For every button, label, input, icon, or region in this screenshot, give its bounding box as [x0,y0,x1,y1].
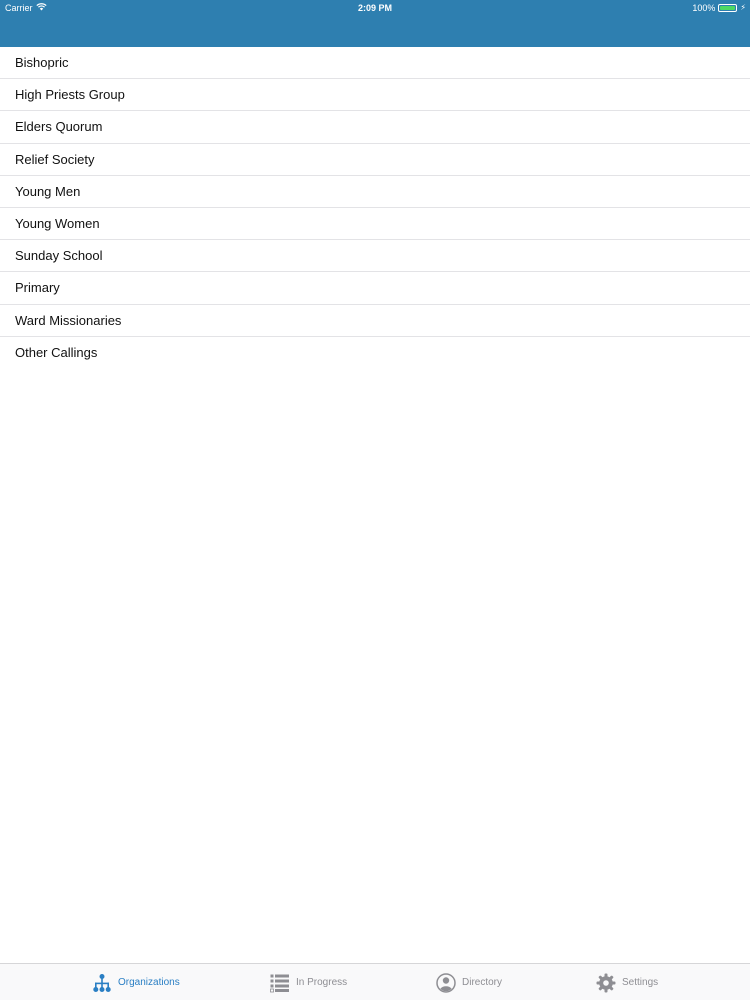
list-item-label: Young Men [15,183,81,199]
organizations-list: Bishopric High Priests Group Elders Quorum… [0,47,750,369]
list-item-label: Young Women [15,216,100,232]
list-item-label: Elders Quorum [15,119,103,135]
status-bar: Carrier 2:09 PM 100% ⚡ [0,0,750,16]
list-item[interactable]: Sunday School [0,240,750,273]
list-item-label: Ward Missionaries [15,312,122,328]
battery-percent: 100% [692,3,716,13]
list-item[interactable]: Other Callings [0,336,750,369]
tab-label: Organizations [118,977,180,988]
tab-label: In Progress [296,977,348,988]
list-item-label: High Priests Group [15,87,125,103]
list-item-label: Bishopric [15,55,69,71]
tab-settings[interactable]: Settings [596,964,658,1000]
list-item[interactable]: Ward Missionaries [0,304,750,337]
header-bar: Carrier 2:09 PM 100% ⚡ [0,0,750,47]
list-item[interactable]: Primary [0,272,750,305]
list-item[interactable]: Young Women [0,207,750,241]
tab-in-progress[interactable]: In Progress [270,964,347,1000]
list-item-label: Primary [15,280,60,296]
clock: 2:09 PM [357,3,392,13]
list-item-label: Sunday School [15,248,103,264]
battery-indicator: 100% ⚡ [692,0,746,16]
person-circle-icon [436,972,456,993]
list-item[interactable]: Young Men [0,175,750,208]
tab-directory[interactable]: Directory [436,964,502,1000]
list-item[interactable]: High Priests Group [0,79,750,112]
list-item-label: Relief Society [15,151,95,167]
app-window: Carrier 2:09 PM 100% ⚡ Bishopric High Pri… [0,0,750,1000]
tab-label: Settings [622,977,659,988]
list-item[interactable]: Relief Society [0,143,750,176]
gear-icon [596,973,616,993]
tab-bar: Organizations In Progress Directory Sett… [0,963,750,1000]
list-item-label: Other Callings [15,345,98,361]
tab-organizations[interactable]: Organizations [92,964,180,1000]
charging-icon: ⚡ [740,3,746,12]
list-item[interactable]: Elders Quorum [0,111,750,144]
org-chart-icon [92,973,112,993]
battery-icon [718,4,738,12]
tab-label: Directory [462,977,503,988]
list-icon [270,973,290,993]
list-item[interactable]: Bishopric [0,47,750,80]
